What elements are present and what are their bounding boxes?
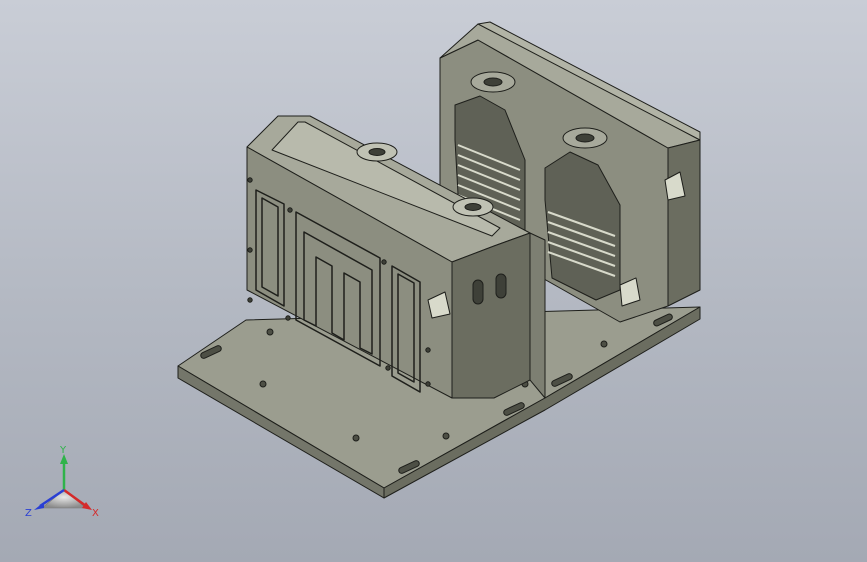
neck-insert-bore	[575, 133, 595, 143]
neck-insert-bore	[483, 77, 503, 87]
front-mold-end-face	[451, 232, 531, 399]
end-slot	[472, 279, 484, 305]
y-axis-label: Y	[59, 445, 67, 456]
z-axis-arrowhead	[34, 502, 44, 510]
cad-viewport[interactable]: Y X Z	[0, 0, 867, 562]
bolt-hole	[425, 347, 431, 353]
bolt-hole	[385, 365, 391, 371]
bolt-hole	[247, 247, 253, 253]
hole	[442, 432, 450, 440]
orientation-triad[interactable]: Y X Z	[22, 444, 106, 524]
bolt-hole	[247, 297, 253, 303]
mold-assembly-model[interactable]	[0, 0, 867, 562]
bolt-hole	[247, 177, 253, 183]
z-axis-label: Z	[25, 508, 32, 519]
hole	[266, 328, 274, 336]
bolt-hole	[287, 207, 293, 213]
rear-mold-lower-face	[529, 232, 546, 399]
bolt-hole	[381, 259, 387, 265]
top-bore-inner	[368, 148, 386, 156]
hole	[600, 340, 608, 348]
hole	[259, 380, 267, 388]
top-bore-inner	[464, 203, 482, 211]
rear-mold-right-face	[667, 139, 701, 307]
bolt-hole	[285, 315, 291, 321]
bolt-hole	[425, 381, 431, 387]
x-axis-label: X	[92, 508, 99, 519]
hole	[352, 434, 360, 442]
end-slot	[495, 273, 507, 299]
